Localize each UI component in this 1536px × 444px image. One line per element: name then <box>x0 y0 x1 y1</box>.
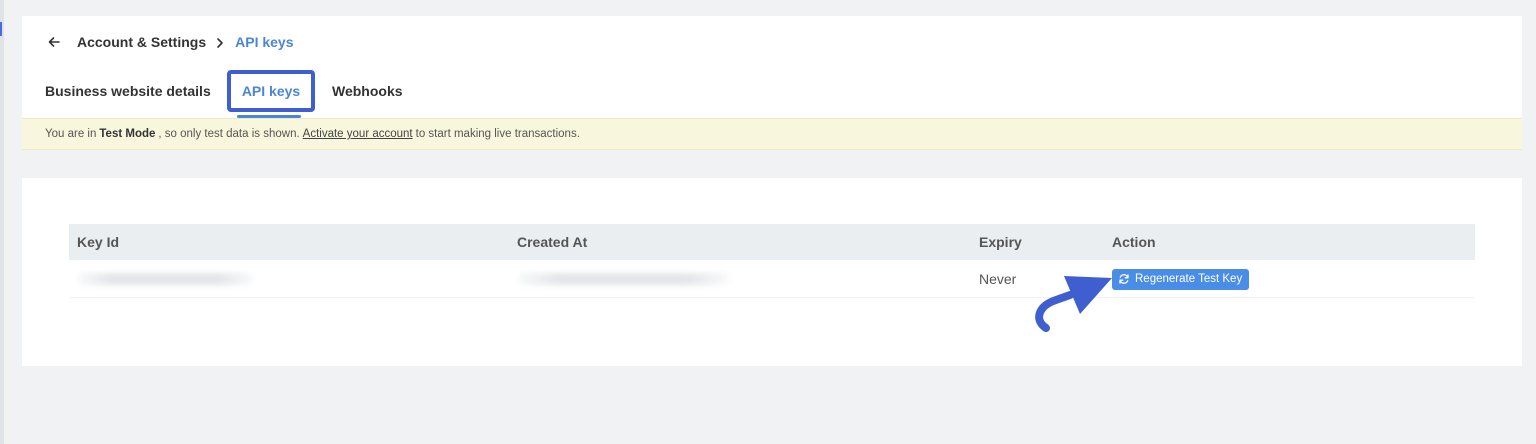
regenerate-button-label: Regenerate Test Key <box>1135 273 1243 285</box>
expiry-cell: Never <box>979 260 1016 298</box>
header-key-id: Key Id <box>77 234 120 250</box>
breadcrumb: Account & Settings API keys <box>46 33 294 51</box>
activate-account-link[interactable]: Activate your account <box>303 128 413 140</box>
arrow-left-icon[interactable] <box>46 34 62 50</box>
tab-bar: Business website details API keys Webhoo… <box>22 70 1522 118</box>
created-at-cell-redacted <box>517 260 729 298</box>
api-keys-panel: Key Id Created At Expiry Action Never Re… <box>22 178 1522 366</box>
table-header: Key Id Created At Expiry Action <box>69 224 1475 260</box>
action-cell: Regenerate Test Key <box>1112 260 1250 298</box>
breadcrumb-parent-link[interactable]: Account & Settings <box>77 34 206 50</box>
left-edge-marker <box>0 22 2 36</box>
key-id-cell-redacted <box>77 260 253 298</box>
breadcrumb-current: API keys <box>235 34 294 50</box>
header-expiry: Expiry <box>979 234 1022 250</box>
banner-prefix: You are in <box>45 128 97 140</box>
banner-mode: Test Mode <box>99 128 156 140</box>
expiry-value: Never <box>979 271 1017 287</box>
table-row: Never Regenerate Test Key <box>69 260 1475 298</box>
chevron-right-icon <box>214 36 226 48</box>
regenerate-test-key-button[interactable]: Regenerate Test Key <box>1112 268 1250 290</box>
banner-middle: , so only test data is shown. <box>158 128 300 140</box>
refresh-icon <box>1118 273 1130 285</box>
redacted-key-id <box>77 273 253 285</box>
header-panel: Account & Settings API keys Business web… <box>22 16 1522 150</box>
curved-arrow-icon <box>1035 276 1112 332</box>
test-mode-banner: You are in Test Mode, so only test data … <box>22 118 1522 150</box>
header-action: Action <box>1112 234 1156 250</box>
left-edge-strip <box>0 0 4 444</box>
tab-webhooks[interactable]: Webhooks <box>332 70 403 112</box>
api-keys-table: Key Id Created At Expiry Action Never Re… <box>69 224 1475 298</box>
banner-suffix: to start making live transactions. <box>415 128 580 140</box>
tab-business-website-details[interactable]: Business website details <box>45 70 211 112</box>
tab-api-keys[interactable]: API keys <box>227 70 315 112</box>
redacted-created-at <box>517 273 729 285</box>
header-created-at: Created At <box>517 234 588 250</box>
